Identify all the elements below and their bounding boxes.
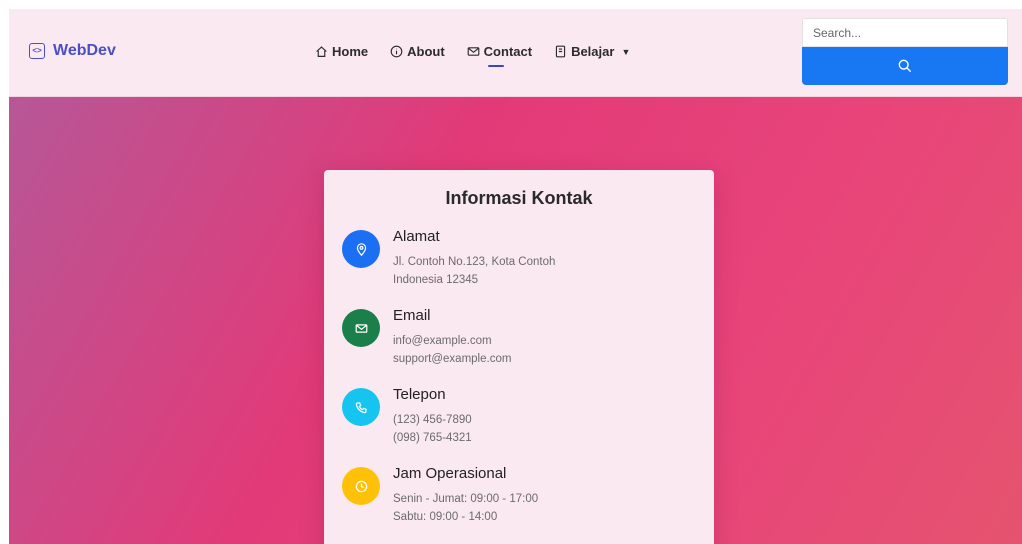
contact-item-line: info@example.com bbox=[393, 335, 492, 347]
nav-links: Home About Contact Belajar ▼ bbox=[315, 44, 630, 67]
location-pin-icon bbox=[342, 230, 380, 268]
nav-item-contact[interactable]: Contact bbox=[467, 44, 533, 67]
navbar: <> WebDev Home About Contact Belajar ▼ S… bbox=[9, 9, 1022, 97]
nav-item-label: Contact bbox=[483, 44, 533, 59]
contact-item-line: Jl. Contoh No.123, Kota Contoh bbox=[393, 256, 556, 268]
contact-item-title: Jam Operasional bbox=[393, 465, 507, 482]
contact-item-line: (098) 765-4321 bbox=[393, 432, 472, 444]
envelope-icon bbox=[342, 309, 380, 347]
book-icon bbox=[555, 45, 566, 58]
phone-icon bbox=[342, 388, 380, 426]
nav-item-label: Home bbox=[332, 44, 369, 59]
code-icon: <> bbox=[29, 43, 45, 59]
search-input[interactable] bbox=[802, 18, 1008, 47]
contact-item-title: Email bbox=[393, 307, 431, 324]
caret-down-icon: ▼ bbox=[621, 46, 631, 57]
contact-item-line: Sabtu: 09:00 - 14:00 bbox=[393, 511, 498, 523]
home-icon bbox=[316, 46, 327, 57]
nav-item-label: Belajar bbox=[571, 44, 615, 59]
contact-item-line: Senin - Jumat: 09:00 - 17:00 bbox=[393, 493, 539, 505]
contact-item-title: Alamat bbox=[393, 228, 440, 245]
nav-item-home[interactable]: Home bbox=[315, 44, 368, 59]
contact-info-card: Informasi Kontak Alamat Jl. Contoh No.12… bbox=[324, 170, 714, 544]
contact-item-line: support@example.com bbox=[393, 353, 512, 365]
nav-item-about[interactable]: About bbox=[390, 44, 445, 59]
contact-item-line: (123) 456-7890 bbox=[393, 414, 472, 426]
brand-link[interactable]: <> WebDev bbox=[29, 42, 116, 60]
page-frame: <> WebDev Home About Contact Belajar ▼ S… bbox=[9, 9, 1022, 544]
card-title: Informasi Kontak bbox=[445, 188, 593, 208]
search-button[interactable] bbox=[802, 47, 1008, 85]
nav-item-label: About bbox=[407, 44, 445, 59]
info-icon bbox=[390, 45, 403, 58]
search-form bbox=[802, 18, 1008, 85]
clock-icon bbox=[342, 467, 380, 505]
envelope-icon bbox=[467, 47, 480, 56]
brand-name: WebDev bbox=[53, 42, 116, 59]
contact-item-line: Indonesia 12345 bbox=[393, 274, 479, 286]
search-icon bbox=[898, 59, 912, 73]
nav-item-belajar[interactable]: Belajar ▼ bbox=[554, 44, 630, 59]
contact-item-title: Telepon bbox=[393, 386, 446, 403]
